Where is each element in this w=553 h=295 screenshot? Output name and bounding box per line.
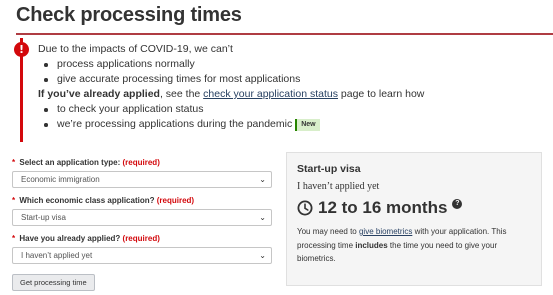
page-title: Check processing times	[16, 4, 242, 26]
chevron-down-icon: ⌄	[259, 213, 266, 222]
get-processing-time-button[interactable]: Get processing time	[12, 274, 95, 291]
select-value: Start-up visa	[21, 213, 66, 222]
alert-bullets-1: process applications normally give accur…	[38, 57, 338, 87]
chevron-down-icon: ⌄	[259, 175, 266, 184]
clock-icon	[297, 200, 313, 216]
title-rule	[16, 33, 553, 35]
alert-applied-line: If you’ve already applied, see the check…	[38, 87, 424, 102]
result-time-row: 12 to 16 months ?	[297, 198, 531, 218]
applied-post-text: page to learn how	[338, 88, 425, 100]
check-status-link[interactable]: check your application status	[203, 88, 338, 100]
applied-pre-text: , see the	[159, 88, 204, 100]
chevron-down-icon: ⌄	[259, 251, 266, 260]
processing-time-value: 12 to 16 months	[318, 198, 448, 217]
biometrics-note: You may need to give biometrics with you…	[297, 227, 507, 263]
economic-class-label: * Which economic class application? (req…	[12, 196, 195, 205]
application-type-label: * Select an application type: (required)	[12, 158, 160, 167]
result-title: Start-up visa	[297, 163, 361, 175]
alert-intro: Due to the impacts of COVID-19, we can’t	[38, 43, 233, 55]
new-badge: New	[295, 119, 320, 131]
list-item: to check your application status	[38, 102, 338, 117]
exclamation-circle-icon: !	[14, 42, 29, 57]
list-item: process applications normally	[38, 57, 338, 72]
already-applied-select[interactable]: I haven’t applied yet ⌄	[12, 247, 272, 264]
list-item: we’re processing applications during the…	[38, 117, 338, 132]
alert-bullets-2: to check your application status we’re p…	[38, 102, 338, 132]
list-item-text: we’re processing applications during the…	[57, 118, 293, 130]
result-panel: Start-up visa I haven’t applied yet 12 t…	[286, 152, 542, 286]
question-circle-icon[interactable]: ?	[452, 199, 463, 209]
economic-class-select[interactable]: Start-up visa ⌄	[12, 209, 272, 226]
covid-alert: ! Due to the impacts of COVID-19, we can…	[14, 38, 424, 142]
processing-time-form: * Select an application type: (required)…	[12, 158, 274, 291]
select-value: I haven’t applied yet	[21, 251, 93, 260]
already-applied-label: * Have you already applied? (required)	[12, 234, 160, 243]
applied-bold-text: If you’ve already applied	[38, 88, 160, 100]
give-biometrics-link[interactable]: give biometrics	[359, 227, 412, 236]
application-type-select[interactable]: Economic immigration ⌄	[12, 171, 272, 188]
list-item: give accurate processing times for most …	[38, 72, 338, 87]
result-status: I haven’t applied yet	[297, 181, 380, 192]
select-value: Economic immigration	[21, 175, 100, 184]
alert-body: Due to the impacts of COVID-19, we can’t…	[38, 42, 424, 132]
